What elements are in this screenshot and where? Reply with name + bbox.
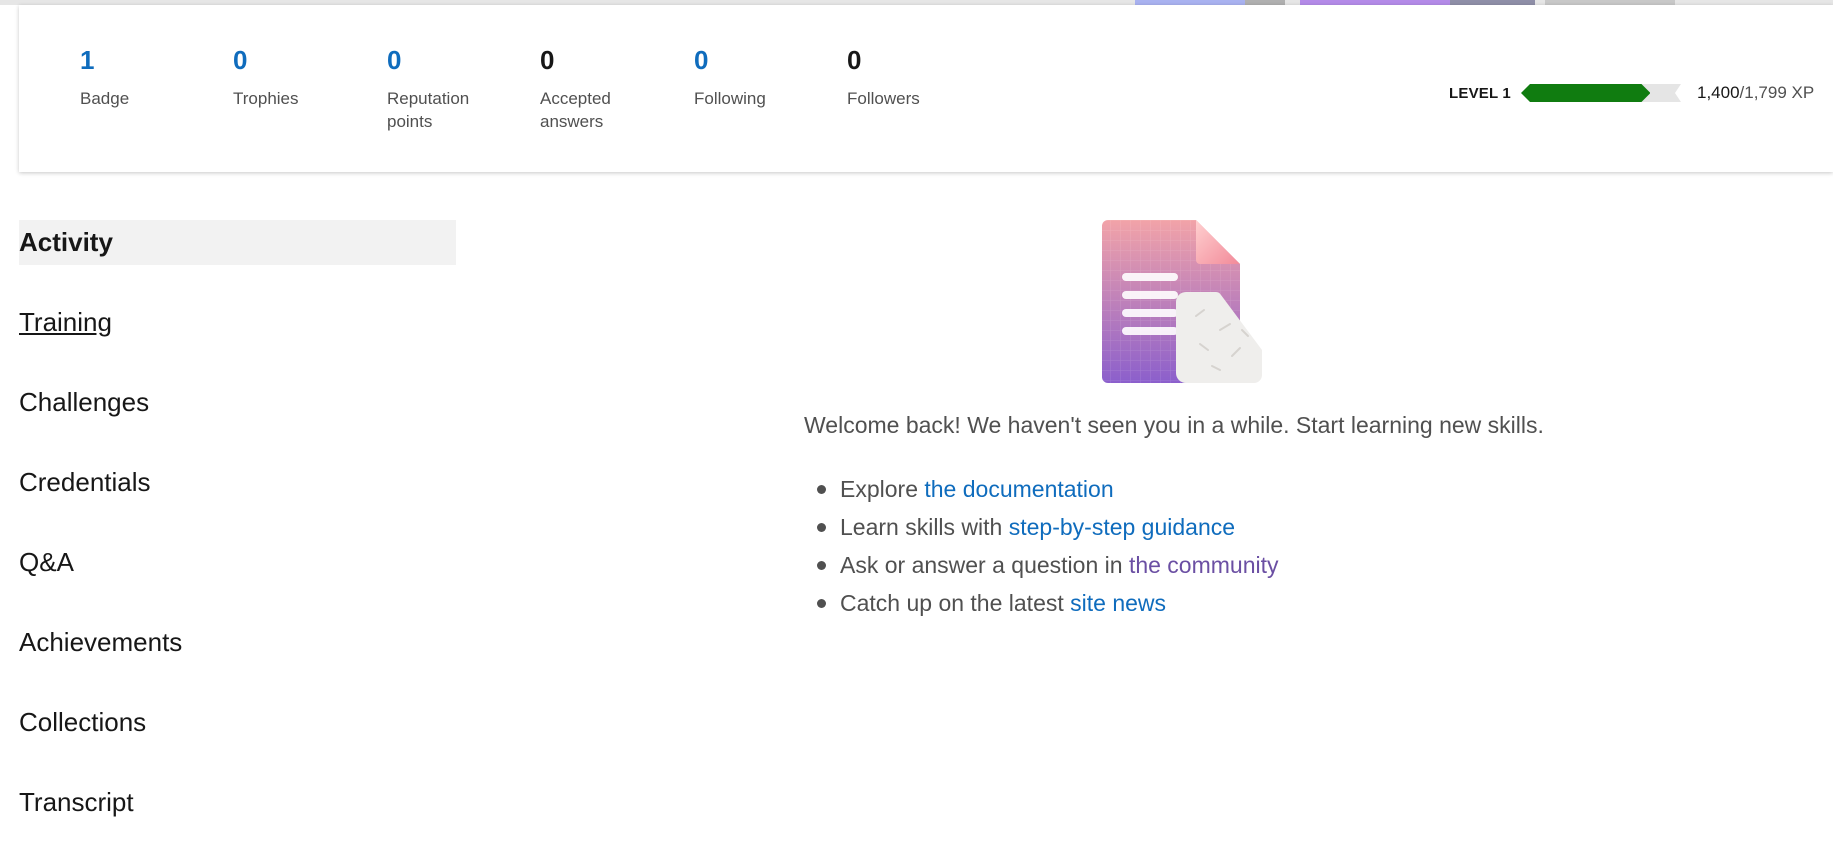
document-illustration-icon xyxy=(1102,220,1262,383)
tip-text: Ask or answer a question in xyxy=(840,552,1129,578)
sidebar-item-label: Training xyxy=(19,307,112,337)
sidebar-item-label: Activity xyxy=(19,227,113,257)
list-item: Explore the documentation xyxy=(817,473,1279,511)
sidebar-item-transcript[interactable]: Transcript xyxy=(19,779,456,825)
stat-value: 0 xyxy=(847,45,862,75)
stat-value: 0 xyxy=(694,45,709,75)
sidebar-item-qa[interactable]: Q&A xyxy=(19,539,456,585)
sidebar-item-label: Q&A xyxy=(19,547,74,577)
stat-value: 1 xyxy=(80,45,95,75)
level-progress: LEVEL 1 1,400/1,799 XP xyxy=(1449,81,1814,105)
xp-current: 1,400 xyxy=(1696,83,1740,102)
sidebar-item-activity[interactable]: Activity xyxy=(19,220,456,265)
stat-label: Badge xyxy=(80,89,130,108)
sidebar-item-achievements[interactable]: Achievements xyxy=(19,619,456,665)
stat-value: 0 xyxy=(540,45,555,75)
profile-sidebar-nav: Activity Training Challenges Credentials… xyxy=(19,220,456,857)
sidebar-item-label: Transcript xyxy=(19,787,134,817)
sidebar-item-label: Challenges xyxy=(19,387,150,417)
xp-progress-fill xyxy=(1521,84,1650,102)
stat-label: Reputation points xyxy=(387,89,470,131)
community-link[interactable]: the community xyxy=(1129,552,1279,578)
stat-badge[interactable]: 1 Badge xyxy=(80,45,200,110)
tip-text: Learn skills with xyxy=(840,514,1009,540)
stat-following[interactable]: 0 Following xyxy=(694,45,814,110)
xp-total: /1,799 XP xyxy=(1739,83,1815,102)
stat-label: Trophies xyxy=(233,89,299,108)
documentation-link[interactable]: the documentation xyxy=(924,476,1113,502)
level-label: LEVEL 1 xyxy=(1449,84,1511,102)
tip-text: Explore xyxy=(840,476,925,502)
welcome-message: Welcome back! We haven't seen you in a w… xyxy=(804,412,1544,438)
stat-reputation-points[interactable]: 0 Reputation points xyxy=(387,45,487,133)
sidebar-item-label: Credentials xyxy=(19,467,151,497)
stat-label: Accepted answers xyxy=(540,89,611,131)
sidebar-item-collections[interactable]: Collections xyxy=(19,699,456,745)
list-item: Learn skills with step-by-step guidance xyxy=(817,511,1279,549)
stat-value: 0 xyxy=(233,45,248,75)
sidebar-item-training[interactable]: Training xyxy=(19,299,456,345)
suggestion-list: Explore the documentation Learn skills w… xyxy=(804,473,1279,625)
guidance-link[interactable]: step-by-step guidance xyxy=(1009,514,1235,540)
tip-text: Catch up on the latest xyxy=(840,590,1071,616)
xp-readout: 1,400/1,799 XP xyxy=(1697,83,1814,103)
sidebar-item-credentials[interactable]: Credentials xyxy=(19,459,456,505)
stat-label: Followers xyxy=(847,89,920,108)
stats-card: 1 Badge 0 Trophies 0 Reputation points 0… xyxy=(19,5,1833,172)
sidebar-item-label: Collections xyxy=(19,707,147,737)
sidebar-item-label: Achievements xyxy=(19,627,183,657)
stat-accepted-answers: 0 Accepted answers xyxy=(540,45,630,133)
list-item: Catch up on the latest site news xyxy=(817,587,1279,625)
stat-value: 0 xyxy=(387,45,402,75)
xp-progress-bar xyxy=(1521,84,1687,102)
stat-followers: 0 Followers xyxy=(847,45,967,110)
stat-label: Following xyxy=(694,89,766,108)
stat-trophies[interactable]: 0 Trophies xyxy=(233,45,353,110)
list-item: Ask or answer a question in the communit… xyxy=(817,549,1279,587)
profile-page: 1 Badge 0 Trophies 0 Reputation points 0… xyxy=(0,0,1833,857)
sidebar-item-challenges[interactable]: Challenges xyxy=(19,379,456,425)
site-news-link[interactable]: site news xyxy=(1070,590,1166,616)
